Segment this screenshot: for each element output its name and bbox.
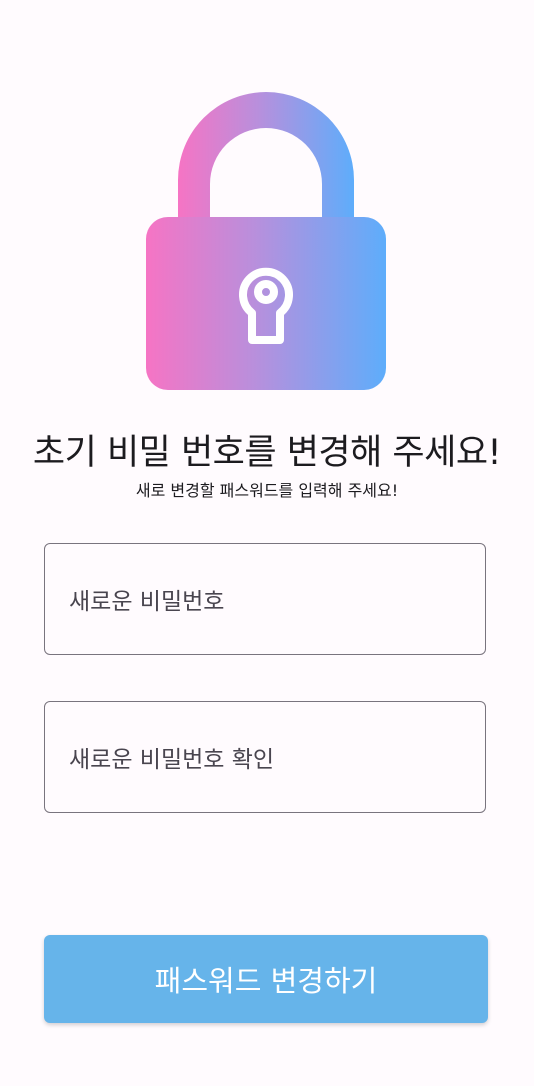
confirm-password-placeholder: 새로운 비밀번호 확인 — [69, 747, 275, 773]
lock-icon — [146, 92, 386, 390]
change-password-button[interactable]: 패스워드 변경하기 — [44, 935, 488, 1023]
new-password-placeholder: 새로운 비밀번호 — [69, 589, 225, 615]
page-subtitle: 새로 변경할 패스워드를 입력해 주세요! — [135, 481, 399, 500]
new-password-field[interactable]: 새로운 비밀번호 — [44, 543, 486, 655]
page-title: 초기 비밀 번호를 변경해 주세요! — [32, 433, 502, 473]
change-password-button-label: 패스워드 변경하기 — [154, 964, 378, 998]
lock-shackle — [178, 92, 354, 218]
confirm-password-field[interactable]: 새로운 비밀번호 확인 — [44, 701, 486, 813]
